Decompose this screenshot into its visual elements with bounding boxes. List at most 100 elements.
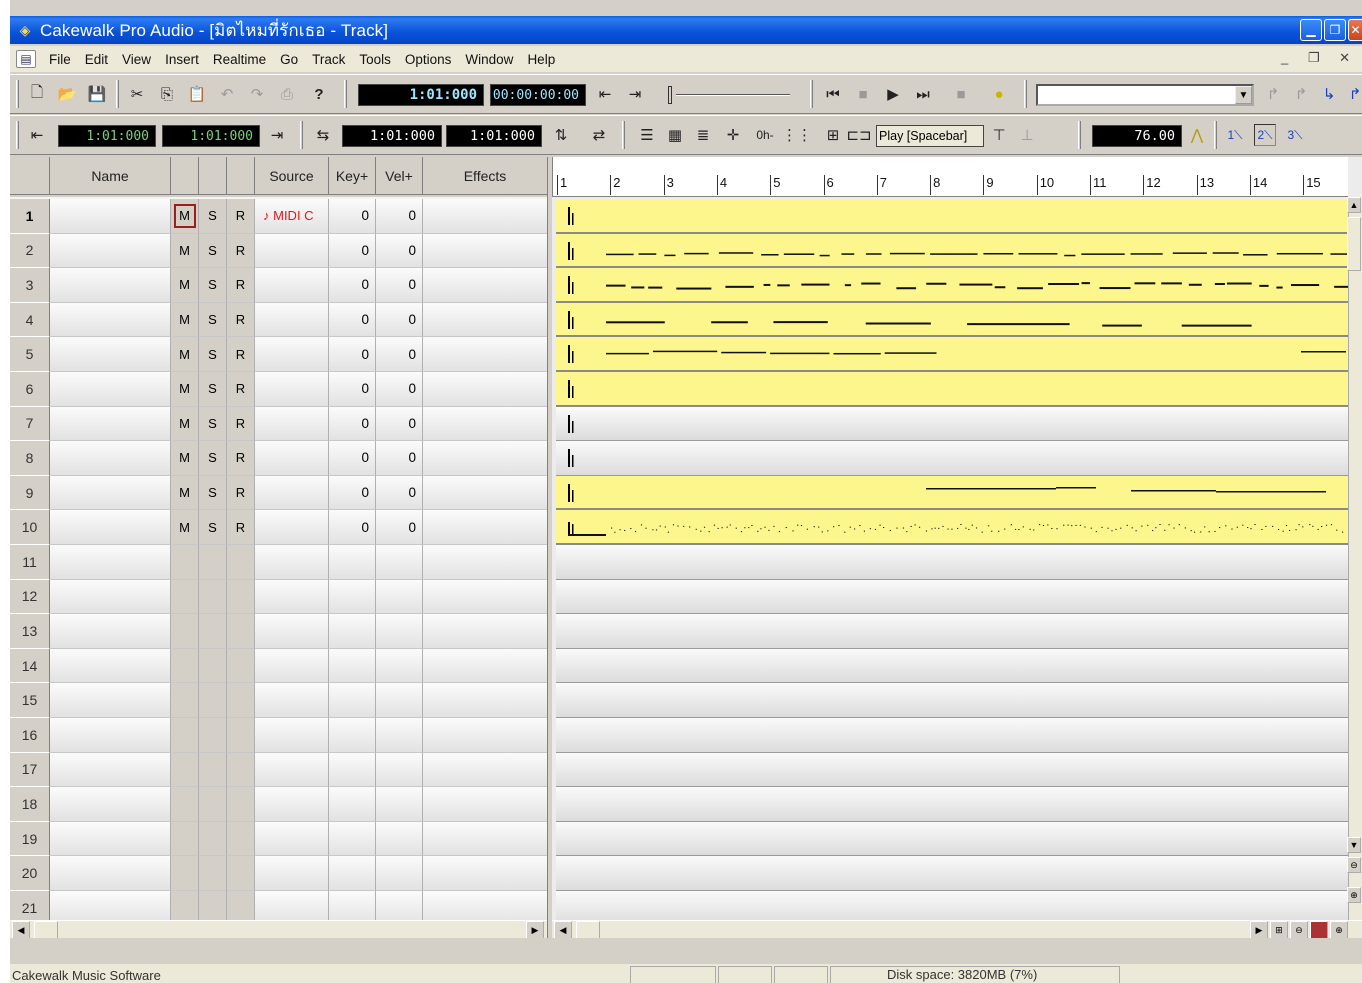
track-name-cell[interactable] [50,787,171,822]
menu-insert[interactable]: Insert [158,52,206,67]
track-vel-cell[interactable] [376,787,423,822]
record-arm-button[interactable] [227,752,255,788]
toolbar-grip[interactable] [16,121,19,149]
track-vel-cell[interactable] [376,752,423,788]
track-key-cell[interactable] [329,787,376,822]
track-row[interactable]: 10 M S R 0 0 [10,510,547,545]
clips-scroll-thumb[interactable] [576,921,600,938]
track-number[interactable]: 4 [10,302,50,338]
track-key-cell[interactable]: 0 [329,372,376,407]
header-mute[interactable] [171,157,199,195]
record-arm-button[interactable]: R [227,268,255,303]
track-source-cell[interactable] [255,302,329,338]
record-arm-button[interactable] [227,856,255,891]
track-row[interactable]: 19 [10,821,547,857]
track-source-cell[interactable] [255,821,329,857]
track-key-cell[interactable] [329,579,376,615]
document-icon[interactable]: ▤ [16,50,36,68]
track-effects-cell[interactable] [423,579,547,615]
record-arm-button[interactable] [227,787,255,822]
track-name-cell[interactable] [50,510,171,545]
track-number[interactable]: 2 [10,233,50,269]
undo-icon[interactable]: ↶ [216,83,238,105]
tempo-display[interactable]: 76.00 [1092,125,1182,147]
track-row[interactable]: 6 M S R 00 [10,372,547,407]
piano-roll-icon[interactable]: ▦ [664,124,686,146]
mute-button[interactable] [171,787,199,822]
track-name-cell[interactable] [50,302,171,338]
metronome-icon[interactable]: ⊤ [988,124,1010,146]
from-icon[interactable]: ⇤ [26,124,48,146]
track-name-cell[interactable] [50,233,171,269]
go-to-end-icon[interactable]: ⏭ [912,83,934,105]
toolbar-grip[interactable] [344,80,347,108]
track-key-cell[interactable]: 0 [329,475,376,511]
empty-lane[interactable] [556,683,1348,718]
empty-lane[interactable] [556,441,1348,476]
tempo-view-icon[interactable]: 0h- [754,124,776,146]
track-row[interactable]: 3 M S R 00 [10,268,547,303]
tempo-ratio-2-button[interactable]: 2 ⟍ [1254,124,1276,146]
track-key-cell[interactable]: 0 [329,199,376,234]
menu-view[interactable]: View [115,52,158,67]
header-key[interactable]: Key+ [329,157,376,195]
track-key-cell[interactable]: 0 [329,233,376,269]
track-vel-cell[interactable] [376,821,423,857]
mute-button[interactable]: M [171,441,199,476]
track-source-cell[interactable] [255,856,329,891]
track-row[interactable]: 17 [10,752,547,788]
header-record[interactable] [227,157,255,195]
play-icon[interactable]: ▶ [882,83,904,105]
track-name-cell[interactable] [50,406,171,442]
empty-lane[interactable] [556,752,1348,788]
solo-button[interactable]: S [199,441,227,476]
track-vel-cell[interactable]: 0 [376,475,423,511]
zoom-out-icon[interactable]: ⊖ [1290,921,1308,938]
solo-button[interactable] [199,718,227,753]
scroll-down-icon[interactable]: ▼ [1347,837,1361,853]
set-thru-icon[interactable]: ⇥ [624,83,646,105]
track-number[interactable]: 3 [10,268,50,303]
solo-button[interactable] [199,752,227,788]
track-view-icon[interactable]: ☰ [636,124,658,146]
track-number[interactable]: 14 [10,648,50,684]
track-key-cell[interactable] [329,614,376,649]
track-source-cell[interactable] [255,406,329,442]
track-source-cell[interactable] [255,545,329,580]
track-effects-cell[interactable] [423,787,547,822]
track-row[interactable]: 2 M S R 00 [10,233,547,269]
cut-icon[interactable]: ✂ [126,83,148,105]
track-source-cell[interactable] [255,337,329,372]
tempo-ratio-3-button[interactable]: 3 ⟍ [1284,124,1306,146]
loop-icon[interactable]: ⇆ [312,124,334,146]
empty-lane[interactable] [556,718,1348,753]
mute-button[interactable] [171,579,199,615]
track-vel-cell[interactable]: 0 [376,199,423,234]
midi-clip[interactable] [556,233,1348,269]
clips-scroll-right-icon[interactable]: ▶ [1250,921,1268,938]
mute-button[interactable] [171,718,199,753]
menu-file[interactable]: File [42,52,78,67]
solo-button[interactable] [199,648,227,684]
new-icon[interactable]: 🗋 [26,83,48,105]
marker-next-icon[interactable]: ↱ [1290,83,1312,105]
event-list-icon[interactable]: ✛ [722,124,744,146]
header-name[interactable]: Name [50,157,171,195]
header-solo[interactable] [199,157,227,195]
marker-edit-icon[interactable]: ↱ [1344,83,1362,105]
track-key-cell[interactable] [329,648,376,684]
track-name-cell[interactable] [50,337,171,372]
record-arm-button[interactable] [227,614,255,649]
clips-scroll-left-icon[interactable]: ◀ [554,921,572,938]
empty-lane[interactable] [556,856,1348,891]
track-source-cell[interactable] [255,752,329,788]
mute-button[interactable]: M [171,302,199,338]
record-arm-button[interactable]: R [227,475,255,511]
track-row[interactable]: 7 M S R 00 [10,406,547,442]
record-arm-button[interactable] [227,545,255,580]
midi-clip[interactable] [556,302,1348,338]
track-name-cell[interactable] [50,199,171,234]
header-vel[interactable]: Vel+ [376,157,423,195]
print-icon[interactable]: ⎙ [276,83,298,105]
mute-button[interactable]: M [171,510,199,545]
